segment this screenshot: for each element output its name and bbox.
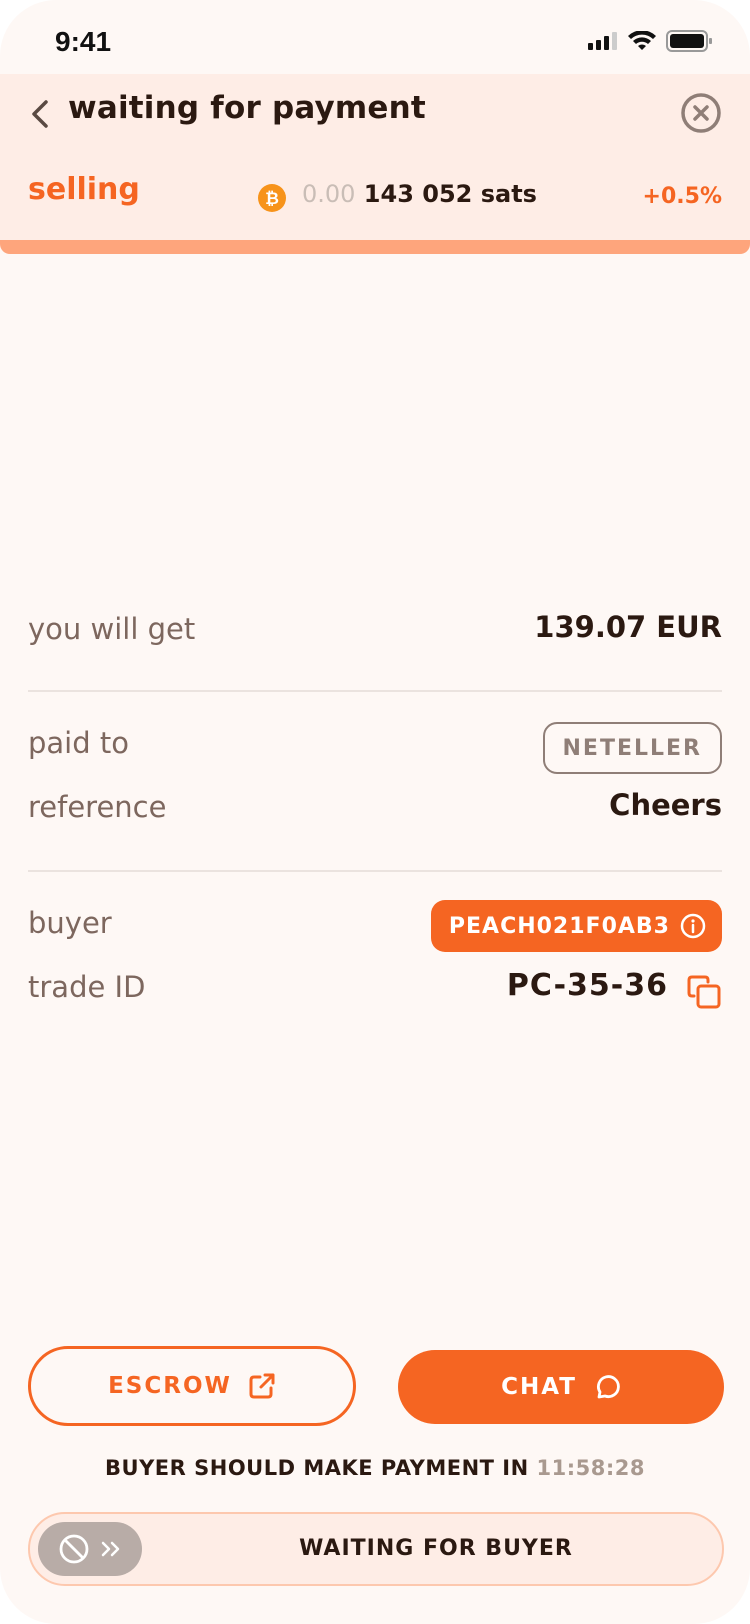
you-will-get-value: 139.07 EUR <box>534 610 722 644</box>
confirm-slider[interactable]: WAITING FOR BUYER <box>28 1512 724 1586</box>
escrow-button[interactable]: ESCROW <box>28 1346 356 1426</box>
trade-amount: 0.00 143 052 sats <box>302 180 537 208</box>
trade-progress-bar <box>0 240 750 254</box>
amount-prefix: 0.00 <box>302 180 356 208</box>
reference-label: reference <box>28 790 167 824</box>
you-will-get-label: you will get <box>28 612 196 646</box>
divider <box>28 870 722 872</box>
chat-button[interactable]: CHAT <box>398 1350 724 1424</box>
chat-bubble-icon <box>596 1375 620 1399</box>
page-title: waiting for payment <box>68 90 426 126</box>
reference-value: Cheers <box>609 788 722 822</box>
buyer-id: PEACH021F0AB3 <box>448 913 670 939</box>
deadline-text: BUYER SHOULD MAKE PAYMENT IN <box>105 1456 529 1480</box>
deadline-timer: 11:58:28 <box>536 1456 645 1480</box>
amount-unit: sats <box>480 180 537 208</box>
escrow-label: ESCROW <box>108 1373 232 1399</box>
bitcoin-icon: ₿ <box>258 184 286 212</box>
trade-id-value: PC-35-36 <box>506 968 668 1003</box>
amount-value: 143 052 <box>363 180 473 208</box>
info-icon <box>680 913 706 939</box>
status-time: 9:41 <box>55 26 112 57</box>
copy-icon[interactable] <box>686 974 722 1010</box>
chevron-left-icon[interactable] <box>28 96 52 132</box>
buyer-label: buyer <box>28 906 112 940</box>
trade-id-label: trade ID <box>28 970 146 1004</box>
double-chevron-right-icon <box>101 1541 120 1557</box>
payment-deadline: BUYER SHOULD MAKE PAYMENT IN 11:58:28 <box>0 1456 750 1480</box>
slider-knob[interactable] <box>38 1522 142 1576</box>
phone-screen: 9:41 waiting for payment selling ₿ 0.00 … <box>0 0 750 1624</box>
battery-icon <box>666 30 712 52</box>
paid-to-label: paid to <box>28 726 129 760</box>
wifi-icon <box>628 31 656 50</box>
slider-label: WAITING FOR BUYER <box>299 1536 573 1561</box>
close-circle-icon[interactable] <box>680 92 722 134</box>
status-bar: 9:41 <box>0 0 750 74</box>
svg-text:₿: ₿ <box>265 189 279 209</box>
blocked-icon <box>59 1534 89 1564</box>
premium: +0.5% <box>642 184 722 209</box>
external-link-icon <box>249 1373 275 1399</box>
chat-label: CHAT <box>501 1374 577 1400</box>
status-icons <box>588 30 712 52</box>
signal-icon <box>588 32 617 50</box>
divider <box>28 690 722 692</box>
buyer-badge[interactable]: PEACH021F0AB3 <box>430 900 722 952</box>
payment-method-tag: NETELLER <box>542 722 722 774</box>
trade-type-label: selling <box>28 172 140 207</box>
